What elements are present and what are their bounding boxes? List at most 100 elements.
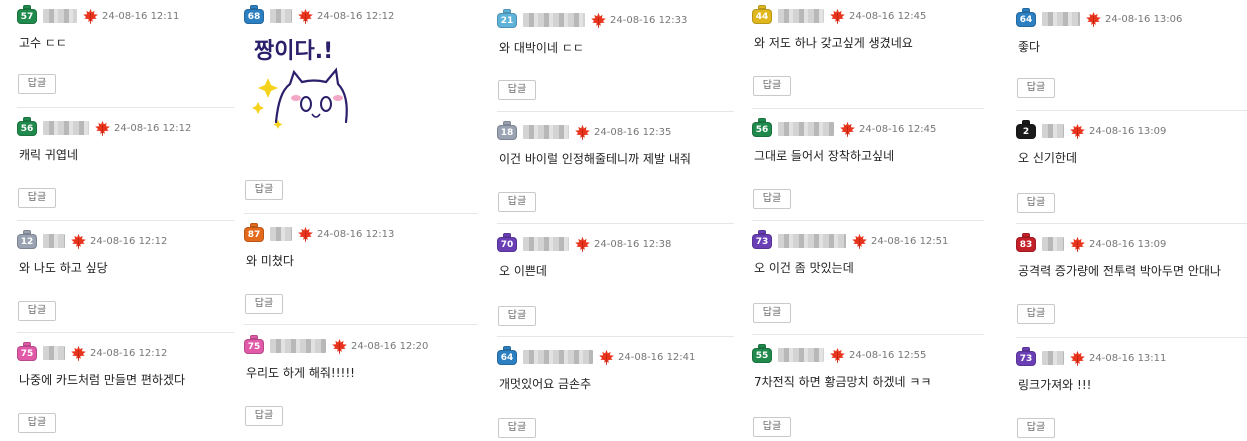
comment-item: 87 24-08-16 12:13 와 미쳤다 답글 (244, 218, 478, 325)
level-badge: 75 (244, 334, 264, 354)
comment-text: 우리도 하게 해줘!!!!! (246, 366, 355, 380)
comment-meta: 73 24-08-16 13:11 (1016, 346, 1166, 368)
nickname-blurred[interactable] (778, 122, 834, 136)
comment-item: 55 24-08-16 12:55 7차전직 하면 황금망치 하겠네 ㅋㅋ 답글 (752, 339, 984, 441)
nickname-blurred[interactable] (778, 9, 824, 23)
comment-item: 64 24-08-16 13:06 좋다 답글 (1016, 0, 1247, 111)
comment-date: 24-08-16 12:11 (102, 10, 180, 22)
level-badge: 73 (1016, 346, 1036, 366)
nickname-blurred[interactable] (270, 9, 292, 23)
reply-button[interactable]: 답글 (753, 303, 791, 323)
comment-meta: 2 24-08-16 13:09 (1016, 119, 1167, 141)
nickname-blurred[interactable] (523, 125, 569, 139)
reply-button[interactable]: 답글 (498, 306, 536, 326)
comment-date: 24-08-16 12:38 (594, 238, 672, 250)
comment-item: 70 24-08-16 12:38 오 이쁜데 답글 (497, 228, 734, 337)
comment-date: 24-08-16 12:12 (317, 10, 395, 22)
nickname-blurred[interactable] (523, 13, 585, 27)
comment-item: 57 24-08-16 12:11 고수 ㄷㄷ 답글 (17, 0, 234, 108)
maple-leaf-icon (840, 121, 855, 137)
level-badge: 21 (497, 8, 517, 28)
nickname-blurred[interactable] (43, 234, 65, 248)
comment-text: 개멋있어요 금손추 (499, 377, 592, 391)
nickname-blurred[interactable] (43, 346, 65, 360)
level-badge: 75 (17, 341, 37, 361)
level-badge: 68 (244, 4, 264, 24)
reply-button[interactable]: 답글 (245, 180, 283, 200)
maple-leaf-icon (830, 8, 845, 24)
reply-button[interactable]: 답글 (498, 192, 536, 212)
reply-button[interactable]: 답글 (18, 188, 56, 208)
comment-item: 68 24-08-16 12:12 짱이다.! 답글 (244, 0, 478, 214)
comment-meta: 44 24-08-16 12:45 (752, 4, 926, 26)
reply-button[interactable]: 답글 (1017, 418, 1055, 438)
maple-leaf-icon (591, 12, 606, 28)
level-badge: 44 (752, 4, 772, 24)
nickname-blurred[interactable] (1042, 351, 1064, 365)
comment-column-3: 21 24-08-16 12:33 와 대박이네 ㄷㄷ 답글 18 24-08-… (497, 0, 734, 441)
reply-button[interactable]: 답글 (18, 413, 56, 433)
comment-meta: 55 24-08-16 12:55 (752, 343, 926, 365)
level-badge: 56 (17, 116, 37, 136)
nickname-blurred[interactable] (43, 121, 89, 135)
reply-button[interactable]: 답글 (1017, 78, 1055, 98)
nickname-blurred[interactable] (270, 227, 292, 241)
nickname-blurred[interactable] (270, 339, 326, 353)
comment-meta: 56 24-08-16 12:45 (752, 117, 936, 139)
level-badge: 70 (497, 232, 517, 252)
reply-button[interactable]: 답글 (753, 417, 791, 437)
comment-meta: 12 24-08-16 12:12 (17, 229, 168, 251)
reply-button[interactable]: 답글 (245, 406, 283, 426)
nickname-blurred[interactable] (1042, 237, 1064, 251)
comment-date: 24-08-16 12:12 (90, 347, 168, 359)
comment-item: 83 24-08-16 13:09 공격력 증가량에 전투력 박아두면 안대나 … (1016, 228, 1247, 338)
nickname-blurred[interactable] (523, 237, 569, 251)
comment-date: 24-08-16 13:09 (1089, 125, 1167, 137)
comment-text: 나중에 카드처럼 만들면 편하겠다 (19, 373, 186, 387)
nickname-blurred[interactable] (778, 348, 824, 362)
comment-item: 18 24-08-16 12:35 이건 바이럴 인정해줄테니까 제발 내줘 답… (497, 116, 734, 224)
comment-meta: 75 24-08-16 12:20 (244, 334, 429, 356)
reply-button[interactable]: 답글 (753, 189, 791, 209)
comment-meta: 64 24-08-16 13:06 (1016, 7, 1182, 29)
comment-text: 오 신기한데 (1018, 151, 1078, 165)
reply-button[interactable]: 답글 (498, 80, 536, 100)
comment-item: 44 24-08-16 12:45 와 저도 하나 갖고싶게 생겼네요 답글 (752, 0, 984, 109)
nickname-blurred[interactable] (1042, 124, 1064, 138)
reply-button[interactable]: 답글 (1017, 304, 1055, 324)
reply-button[interactable]: 답글 (1017, 193, 1055, 213)
comment-meta: 75 24-08-16 12:12 (17, 341, 168, 363)
comment-text: 좋다 (1018, 40, 1041, 54)
comment-date: 24-08-16 12:41 (618, 351, 696, 363)
comment-text: 오 이쁜데 (499, 264, 547, 278)
nickname-blurred[interactable] (778, 234, 846, 248)
comment-text: 이건 바이럴 인정해줄테니까 제발 내줘 (499, 152, 691, 166)
comment-column-5: 64 24-08-16 13:06 좋다 답글 2 24-08-16 13:09… (1016, 0, 1247, 441)
comment-text: 오 이건 좀 맛있는데 (754, 261, 854, 275)
level-badge: 64 (497, 345, 517, 365)
comment-item: 64 24-08-16 12:41 개멋있어요 금손추 답글 (497, 341, 734, 441)
maple-leaf-icon (599, 349, 614, 365)
reply-button[interactable]: 답글 (18, 74, 56, 94)
reply-button[interactable]: 답글 (753, 76, 791, 96)
nickname-blurred[interactable] (1042, 12, 1080, 26)
comment-item: 73 24-08-16 13:11 링크가져와 !!! 답글 (1016, 342, 1247, 441)
nickname-blurred[interactable] (523, 350, 593, 364)
comment-date: 24-08-16 12:12 (90, 235, 168, 247)
sticker-text: 짱이다.! (254, 39, 333, 64)
comment-date: 24-08-16 12:35 (594, 126, 672, 138)
comment-date: 24-08-16 12:20 (351, 340, 429, 352)
level-badge: 18 (497, 120, 517, 140)
comment-item: 73 24-08-16 12:51 오 이건 좀 맛있는데 답글 (752, 225, 984, 335)
reply-button[interactable]: 답글 (245, 294, 283, 314)
comment-item: 56 24-08-16 12:45 그대로 들어서 장착하고싶네 답글 (752, 113, 984, 221)
comment-text: 7차전직 하면 황금망치 하겠네 ㅋㅋ (754, 375, 932, 389)
level-badge: 55 (752, 343, 772, 363)
comment-item: 12 24-08-16 12:12 와 나도 하고 싶당 답글 (17, 225, 234, 333)
comment-meta: 64 24-08-16 12:41 (497, 345, 696, 367)
reply-button[interactable]: 답글 (498, 418, 536, 438)
comment-date: 24-08-16 12:12 (114, 122, 192, 134)
reply-button[interactable]: 답글 (18, 301, 56, 321)
nickname-blurred[interactable] (43, 9, 77, 23)
comment-column-4: 44 24-08-16 12:45 와 저도 하나 갖고싶게 생겼네요 답글 5… (752, 0, 984, 441)
